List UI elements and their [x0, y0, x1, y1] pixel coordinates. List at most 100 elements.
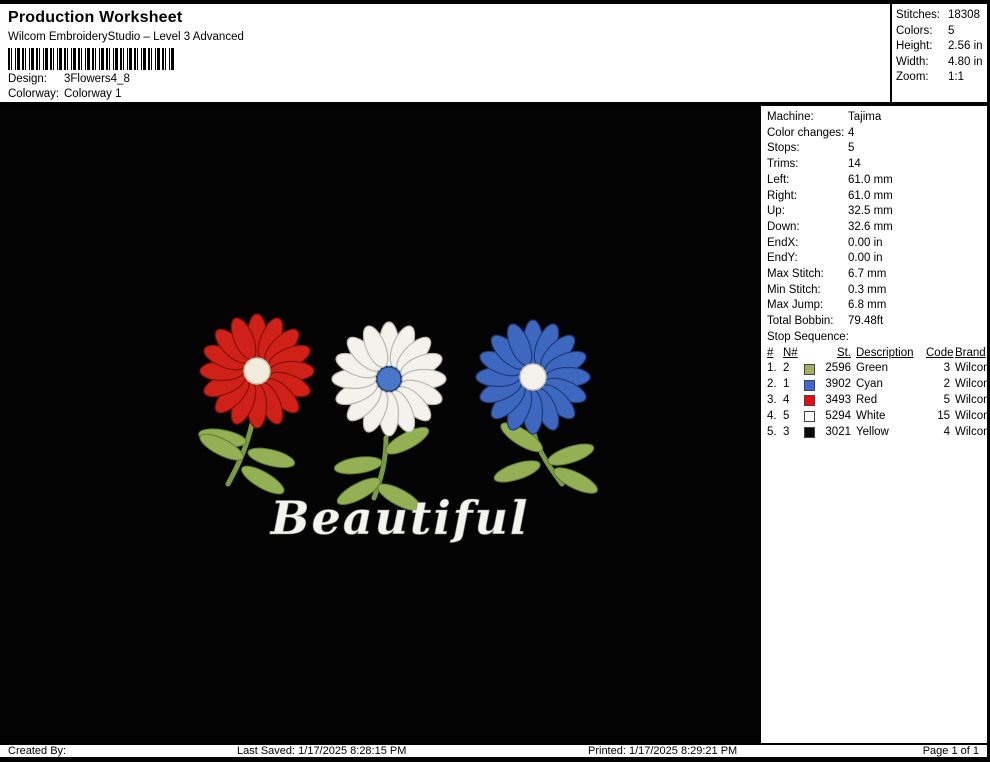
info-value: 4: [848, 126, 855, 139]
thread-swatch: [804, 411, 815, 423]
red-flower: [199, 313, 315, 429]
stop-sequence-row: 3. 4 3493 Red 5 Wilcom: [767, 393, 987, 409]
last-saved: Last Saved: 1/17/2025 8:28:15 PM: [237, 745, 407, 757]
info-label: Stops:: [767, 142, 800, 155]
row-description: White: [856, 409, 886, 422]
row-n: 5: [783, 409, 790, 422]
machine-panel: Machine: Tajima Color changes: 4 Stops: …: [761, 106, 987, 743]
info-value: 79.48ft: [848, 315, 884, 328]
stat-value: 18308: [948, 9, 980, 21]
white-flower: [331, 321, 447, 437]
info-value: 0.3 mm: [848, 283, 887, 296]
row-code: 4: [943, 425, 950, 438]
col-st: St.: [836, 346, 851, 359]
stop-sequence-title: Stop Sequence:: [767, 330, 849, 343]
stat-row: Zoom: 1:1: [896, 70, 987, 86]
info-value: 6.7 mm: [848, 268, 887, 281]
info-value: Tajima: [848, 111, 882, 123]
machine-info-row: Stops: 5: [767, 141, 987, 157]
stat-value: 5: [948, 24, 955, 37]
machine-info-row: Left: 61.0 mm: [767, 173, 987, 189]
thread-swatch: [804, 363, 815, 375]
info-label: Up:: [767, 205, 785, 218]
colorway-label: Colorway:: [8, 88, 60, 100]
row-code: 5: [943, 393, 950, 406]
colorway-value: Colorway 1: [64, 88, 122, 100]
info-label: Left:: [767, 173, 790, 186]
main-area: Beautiful Machine: Tajima Color changes:…: [0, 106, 987, 743]
col-brand: Brand: [955, 346, 986, 359]
machine-info-row: Trims: 14: [767, 157, 987, 173]
page-title: Production Worksheet: [8, 9, 183, 26]
design-canvas: Beautiful: [0, 106, 761, 743]
row-num: 1.: [767, 362, 777, 375]
info-value: 5: [848, 142, 855, 155]
printed: Printed: 1/17/2025 8:29:21 PM: [588, 745, 738, 757]
stat-label: Zoom:: [896, 71, 929, 84]
col-num: #: [767, 346, 774, 359]
thread-swatch: [804, 395, 815, 407]
stat-value: 2.56 in: [948, 40, 983, 53]
stat-row: Height: 2.56 in: [896, 39, 987, 55]
stop-sequence-row: 1. 2 2596 Green 3 Wilcom: [767, 361, 987, 377]
row-n: 3: [783, 425, 790, 438]
machine-info-list: Machine: Tajima Color changes: 4 Stops: …: [767, 110, 987, 330]
row-brand: Wilcom: [955, 378, 987, 391]
col-description: Description: [856, 346, 914, 359]
barcode: [8, 48, 174, 70]
row-brand: Wilcom: [955, 409, 987, 422]
info-value: 61.0 mm: [848, 189, 893, 202]
stop-sequence-row: 2. 1 3902 Cyan 2 Wilcom: [767, 377, 987, 393]
info-value: 32.5 mm: [848, 205, 893, 218]
row-num: 5.: [767, 425, 777, 438]
row-code: 15: [937, 409, 950, 422]
stat-value: 4.80 in: [948, 55, 983, 68]
info-label: Total Bobbin:: [767, 315, 834, 328]
stat-label: Width:: [896, 55, 929, 68]
row-n: 1: [783, 378, 790, 391]
row-st: 3021: [825, 425, 851, 438]
row-num: 4.: [767, 409, 777, 422]
info-label: Min Stitch:: [767, 283, 821, 296]
app-subtitle: Wilcom EmbroideryStudio – Level 3 Advanc…: [8, 31, 244, 43]
info-label: Max Stitch:: [767, 268, 824, 281]
embroidery-design: Beautiful: [196, 313, 602, 545]
stats-box: Stitches: 18308 Colors: 5 Height: 2.56 i…: [890, 4, 987, 102]
production-worksheet-page: Production Worksheet Wilcom EmbroiderySt…: [0, 0, 990, 762]
stat-row: Stitches: 18308: [896, 8, 987, 24]
row-st: 3902: [825, 378, 851, 391]
info-label: EndY:: [767, 252, 798, 265]
info-label: Max Jump:: [767, 299, 824, 312]
design-row: Design: 3Flowers4_8: [8, 73, 882, 85]
info-label: Right:: [767, 189, 798, 202]
info-label: Machine:: [767, 111, 814, 123]
page-number: Page 1 of 1: [922, 745, 979, 757]
row-n: 2: [783, 362, 790, 375]
stat-label: Height:: [896, 40, 933, 53]
machine-info-row: Color changes: 4: [767, 126, 987, 142]
stop-sequence-row: 5. 3 3021 Yellow 4 Wilcom: [767, 425, 987, 441]
machine-info-row: Total Bobbin: 79.48ft: [767, 314, 987, 330]
info-value: 6.8 mm: [848, 299, 887, 312]
blue-flower: [475, 319, 591, 435]
row-description: Yellow: [856, 425, 889, 438]
machine-info-row: Machine: Tajima: [767, 110, 987, 126]
machine-info-row: Max Jump: 6.8 mm: [767, 298, 987, 314]
machine-info-row: EndX: 0.00 in: [767, 236, 987, 252]
stat-row: Width: 4.80 in: [896, 55, 987, 71]
stat-value: 1:1: [948, 71, 964, 84]
info-value: 32.6 mm: [848, 220, 893, 233]
thread-swatch: [804, 426, 815, 438]
col-code: Code: [926, 346, 954, 359]
row-description: Green: [856, 362, 888, 375]
created-by: Created By:: [8, 745, 67, 757]
col-n: N#: [783, 346, 798, 359]
design-value: 3Flowers4_8: [64, 73, 130, 85]
design-caption: Beautiful: [269, 491, 530, 545]
row-st: 2596: [825, 362, 851, 375]
row-brand: Wilcom: [955, 425, 987, 438]
bottom-border: [0, 757, 987, 762]
row-brand: Wilcom: [955, 362, 987, 375]
stat-label: Stitches:: [896, 9, 941, 21]
colorway-row: Colorway: Colorway 1: [8, 88, 882, 100]
